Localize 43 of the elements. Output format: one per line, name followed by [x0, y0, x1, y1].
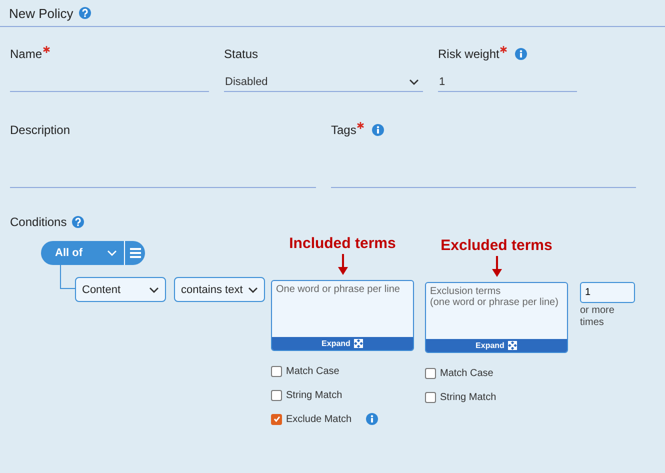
checkbox[interactable]: [425, 392, 436, 402]
help-icon[interactable]: [72, 216, 84, 228]
chevron-down-icon: [107, 250, 117, 256]
field-label: Name: [10, 47, 42, 61]
info-icon[interactable]: [515, 48, 528, 60]
checkbox-label[interactable]: Match Case: [440, 368, 494, 378]
arrow-icon: [338, 254, 348, 276]
field-select[interactable]: Content: [75, 277, 166, 302]
chevron-down-icon: [409, 78, 419, 84]
info-icon[interactable]: [372, 124, 384, 136]
menu-icon[interactable]: [130, 248, 140, 258]
help-icon[interactable]: [79, 7, 92, 19]
annotation-label: Included terms: [289, 235, 396, 252]
checkbox[interactable]: [271, 366, 282, 376]
expand-icon: [508, 341, 518, 350]
checkbox-label[interactable]: String Match: [286, 390, 342, 400]
field-label: Status: [224, 47, 258, 61]
count-suffix: or more times: [580, 305, 616, 329]
expand-button[interactable]: Expand: [272, 337, 413, 350]
checkbox-label[interactable]: String Match: [440, 392, 496, 402]
section-label: Conditions: [10, 215, 67, 229]
checkbox[interactable]: [271, 390, 282, 400]
chevron-down-icon: [248, 286, 258, 292]
status-select[interactable]: Disabled: [224, 72, 423, 92]
field-label: Tags: [331, 123, 356, 137]
chevron-down-icon: [149, 286, 159, 292]
arrow-icon: [492, 256, 502, 278]
expand-button[interactable]: Expand: [426, 339, 567, 352]
expand-icon: [354, 339, 364, 348]
checkbox[interactable]: [425, 368, 436, 378]
input-field[interactable]: 1: [438, 72, 577, 92]
count-field[interactable]: 1: [580, 282, 635, 303]
checkbox-label[interactable]: Match Case: [286, 366, 340, 376]
checkbox-label[interactable]: Exclude Match: [286, 414, 352, 424]
checkbox[interactable]: [271, 414, 282, 424]
info-icon[interactable]: [366, 413, 378, 425]
page-title: New Policy: [9, 6, 74, 20]
terms-field[interactable]: Exclusion terms (one word or phrase per line) Expand: [425, 282, 568, 353]
operator-select[interactable]: contains text: [174, 277, 265, 302]
terms-field[interactable]: One word or phrase per line Expand: [271, 280, 414, 351]
annotation-label: Excluded terms: [440, 237, 552, 254]
field-label: Description: [10, 123, 70, 137]
field-label: Risk weight: [438, 47, 500, 61]
